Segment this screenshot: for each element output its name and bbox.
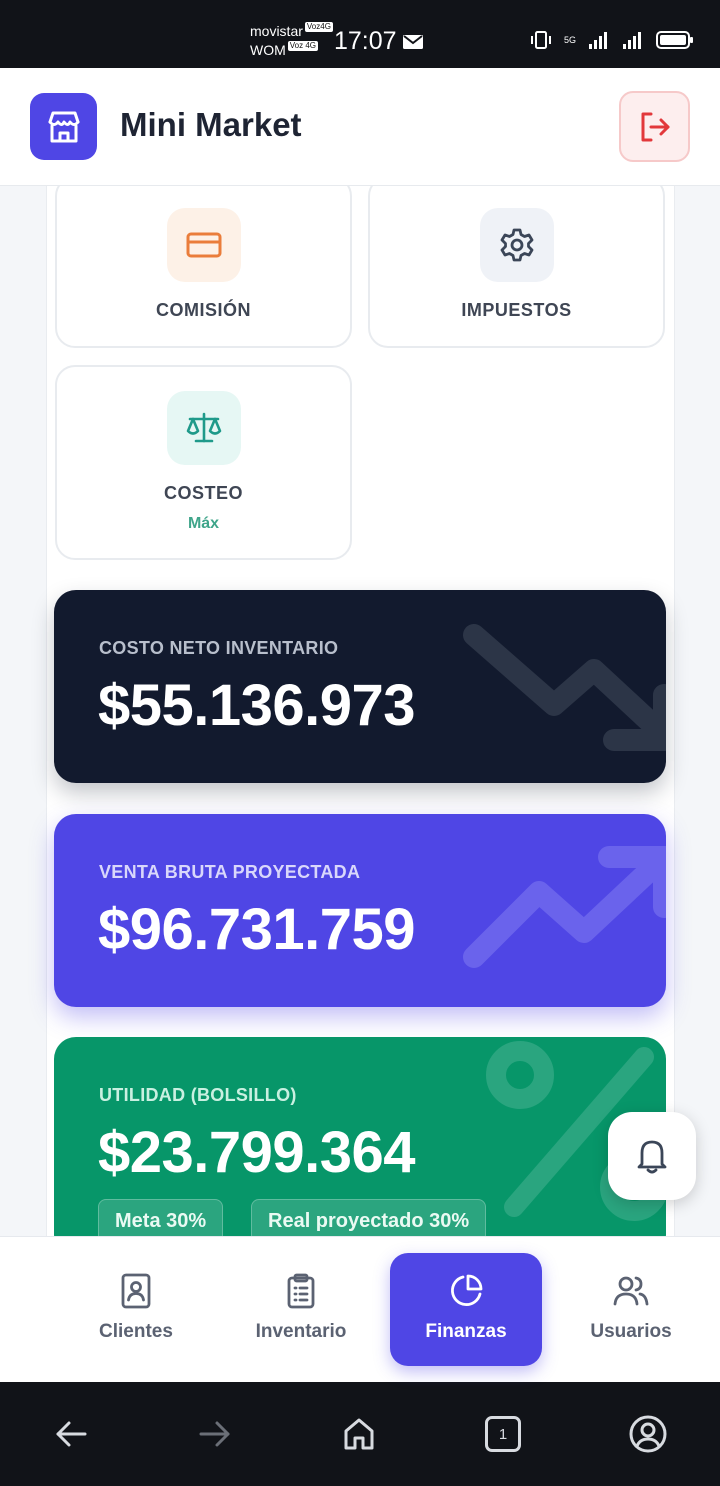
card-utilidad-bolsillo: UTILIDAD (BOLSILLO) $23.799.364 Meta 30%… [54,1037,666,1257]
tile-costeo-sub: Máx [187,515,220,532]
nav-label-inventario: Inventario [255,1321,347,1342]
arrow-left-icon [56,1421,87,1447]
card-sales-label: VENTA BRUTA PROYECTADA [99,862,361,882]
signal-icon-1 [589,32,608,49]
tile-comision[interactable]: COMISIÓN [55,176,352,348]
account-button[interactable] [626,1412,670,1456]
vibrate-icon [531,31,551,49]
trend-down-icon [463,624,666,751]
battery-icon [656,31,694,49]
nav-label-finanzas: Finanzas [425,1321,507,1342]
signal-icon-2 [623,32,642,49]
users-icon [613,1276,649,1306]
arrow-right-icon [199,1421,230,1447]
home-icon [344,1418,374,1450]
carrier-2-name: WOM [250,42,286,58]
tile-impuestos[interactable]: IMPUESTOS [368,176,665,348]
carrier-info: movistar Voz4G WOM Voz 4G [250,22,333,60]
logout-icon [641,112,669,141]
mail-icon [403,35,423,49]
forward-button[interactable] [193,1412,237,1456]
store-icon [30,93,97,160]
status-bar: movistar Voz4G WOM Voz 4G 17:07 5G [0,0,720,68]
nav-label-usuarios: Usuarios [590,1321,672,1342]
tile-impuestos-label: IMPUESTOS [461,300,572,320]
notifications-button[interactable] [608,1112,696,1200]
carrier-1-name: movistar [250,23,303,39]
credit-card-icon [166,208,241,282]
nav-item-usuarios[interactable]: Usuarios [555,1253,707,1366]
card-sales-value: $96.731.759 [98,897,416,962]
nav-item-inventario[interactable]: Inventario [225,1253,377,1366]
clock: 17:07 [334,27,397,55]
status-icons: 5G [530,30,694,50]
clipboard-icon [287,1273,315,1309]
scale-icon [166,391,241,465]
card-venta-bruta-proyectada: VENTA BRUTA PROYECTADA $96.731.759 [54,814,666,1007]
nav-item-finanzas[interactable]: Finanzas [390,1253,542,1366]
nav-item-clientes[interactable]: Clientes [60,1253,212,1366]
bell-icon [637,1140,667,1174]
tile-costeo-label: COSTEO [163,483,243,503]
contact-book-icon [121,1273,151,1309]
gear-icon [479,208,554,282]
app-header: Mini Market [0,68,720,186]
account-icon [629,1415,667,1453]
tabs-button[interactable]: 1 [481,1412,525,1456]
tile-comision-label: COMISIÓN [155,300,251,320]
network-type-label: 5G [564,34,577,45]
home-button[interactable] [337,1412,381,1456]
logout-button[interactable] [619,91,690,162]
card-inventory-value: $55.136.973 [98,673,416,738]
card-profit-label: UTILIDAD (BOLSILLO) [99,1085,297,1105]
trend-up-icon [463,846,666,968]
carrier-1-tag: Voz4G [304,22,333,32]
card-costo-neto-inventario: COSTO NETO INVENTARIO $55.136.973 [54,590,666,783]
carrier-2-tag: Voz 4G [287,41,319,51]
back-button[interactable] [49,1412,93,1456]
nav-label-clientes: Clientes [99,1321,173,1342]
card-inventory-label: COSTO NETO INVENTARIO [99,638,339,658]
app-title: Mini Market [120,106,302,143]
system-navigation-bar: 1 [0,1382,720,1486]
tabs-count: 1 [485,1416,521,1452]
bottom-navigation: Clientes Inventario Finanzas Usuarios [0,1236,720,1382]
pie-chart-icon [451,1274,483,1306]
card-profit-value: $23.799.364 [98,1120,416,1185]
tile-costeo[interactable]: COSTEO Máx [55,365,352,560]
